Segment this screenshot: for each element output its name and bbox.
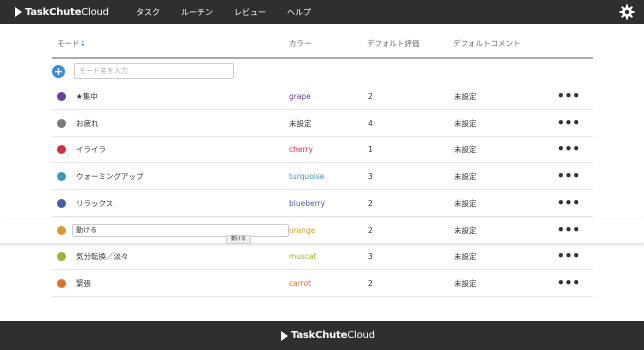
mode-default-comment[interactable]: 未設定 (454, 111, 477, 137)
mode-color-name[interactable]: muscat (289, 244, 317, 270)
more-options-icon[interactable]: ••• (557, 218, 580, 244)
mode-color-name[interactable]: blueberry (289, 191, 325, 217)
color-dot-icon (57, 252, 66, 261)
mode-default-eval[interactable]: 1 (368, 137, 373, 163)
app-logo[interactable]: TaskChute Cloud (15, 5, 109, 19)
mode-name[interactable]: イライラ (76, 137, 106, 163)
footer-logo-text-bold: TaskChute (291, 330, 348, 341)
nav-task[interactable]: タスク (136, 0, 160, 24)
more-options-icon[interactable]: ••• (557, 271, 580, 297)
mode-name[interactable]: お疲れ (76, 111, 99, 137)
mode-color-name[interactable]: carrot (289, 271, 311, 297)
mode-color-name[interactable]: orange (289, 218, 315, 244)
mode-default-comment[interactable]: 未設定 (454, 137, 477, 163)
mode-row[interactable]: リラックス blueberry 2 未設定 ••• (52, 191, 593, 217)
header-color: カラー (289, 39, 312, 48)
mode-row[interactable]: ウォーミングアップ turquoise 3 未設定 ••• (52, 164, 593, 190)
mode-color-name[interactable]: cherry (289, 137, 313, 163)
header-default-eval: デフォルト評価 (367, 39, 420, 48)
mode-default-comment[interactable]: 未設定 (454, 244, 477, 270)
mode-name[interactable]: ウォーミングアップ (76, 164, 144, 190)
more-options-icon[interactable]: ••• (557, 137, 580, 163)
gear-icon[interactable] (619, 4, 635, 20)
mode-row[interactable]: イライラ cherry 1 未設定 ••• (52, 137, 593, 163)
color-dot-icon (57, 279, 66, 288)
color-dot-icon (57, 226, 66, 235)
mode-default-eval[interactable]: 3 (368, 244, 373, 270)
more-options-icon[interactable]: ••• (557, 84, 580, 110)
tooltip: 動ける (226, 235, 252, 244)
nav-help[interactable]: ヘルプ (287, 0, 311, 24)
mode-default-eval[interactable]: 4 (368, 111, 373, 137)
footer-logo-text-light: Cloud (347, 330, 375, 341)
mode-default-eval[interactable]: 2 (368, 271, 373, 297)
mode-color-name[interactable]: turquoise (289, 164, 324, 190)
mode-row[interactable]: お疲れ 未設定 4 未設定 ••• (52, 111, 593, 137)
more-options-icon[interactable]: ••• (557, 244, 580, 270)
color-dot-icon (57, 145, 66, 154)
footer-logo: TaskChute Cloud (281, 329, 375, 342)
color-dot-icon (57, 92, 66, 101)
logo-play-icon (281, 330, 288, 341)
more-options-icon[interactable]: ••• (557, 111, 580, 137)
logo-text-bold: TaskChute (25, 6, 82, 18)
add-mode-button[interactable]: + (52, 65, 65, 78)
mode-row[interactable]: 緊張 carrot 2 未設定 ••• (52, 271, 593, 297)
top-nav-bar: TaskChute Cloud タスク ルーチン レビュー ヘルプ (0, 0, 644, 24)
header-default-comment: デフォルトコメント (453, 39, 521, 48)
more-options-icon[interactable]: ••• (557, 164, 580, 190)
header-mode[interactable]: モード↓ (57, 38, 86, 49)
footer: TaskChute Cloud (0, 321, 644, 350)
header-mode-label: モード (57, 39, 80, 48)
logo-play-icon (15, 7, 22, 17)
color-dot-icon (57, 199, 66, 208)
color-dot-icon (57, 119, 66, 128)
modes-panel: モード↓ カラー デフォルト評価 デフォルトコメント + ★集中 grape 2 未設… (0, 24, 644, 321)
mode-default-comment[interactable]: 未設定 (454, 191, 477, 217)
mode-name[interactable]: 気分転換／淡々 (76, 244, 129, 270)
sort-down-icon[interactable]: ↓ (80, 39, 87, 48)
mode-name[interactable]: リラックス (76, 191, 113, 217)
mode-row[interactable]: ★集中 grape 2 未設定 ••• (52, 84, 593, 110)
nav-routine[interactable]: ルーチン (181, 0, 213, 24)
mode-name-edit-field[interactable]: 動ける (72, 224, 289, 237)
mode-color-name[interactable]: grape (289, 84, 311, 110)
mode-name[interactable]: ★集中 (76, 84, 98, 110)
mode-default-eval[interactable]: 2 (368, 84, 373, 110)
mode-default-eval[interactable]: 3 (368, 164, 373, 190)
mode-default-comment[interactable]: 未設定 (454, 271, 477, 297)
logo-text-light: Cloud (81, 6, 109, 18)
mode-row[interactable]: 動ける orange 2 未設定 ••• (0, 218, 644, 244)
color-dot-icon (57, 172, 66, 181)
header-divider (52, 57, 593, 59)
mode-default-eval[interactable]: 2 (368, 218, 373, 244)
mode-default-comment[interactable]: 未設定 (454, 84, 477, 110)
mode-default-comment[interactable]: 未設定 (454, 164, 477, 190)
nav-review[interactable]: レビュー (234, 0, 266, 24)
mode-color-name[interactable]: 未設定 (289, 111, 312, 137)
mode-name[interactable]: 緊張 (76, 271, 91, 297)
mode-default-eval[interactable]: 2 (368, 191, 373, 217)
more-options-icon[interactable]: ••• (557, 191, 580, 217)
mode-default-comment[interactable]: 未設定 (454, 218, 477, 244)
mode-row[interactable]: 気分転換／淡々 muscat 3 未設定 ••• (52, 244, 593, 270)
mode-name-input[interactable] (74, 63, 234, 79)
